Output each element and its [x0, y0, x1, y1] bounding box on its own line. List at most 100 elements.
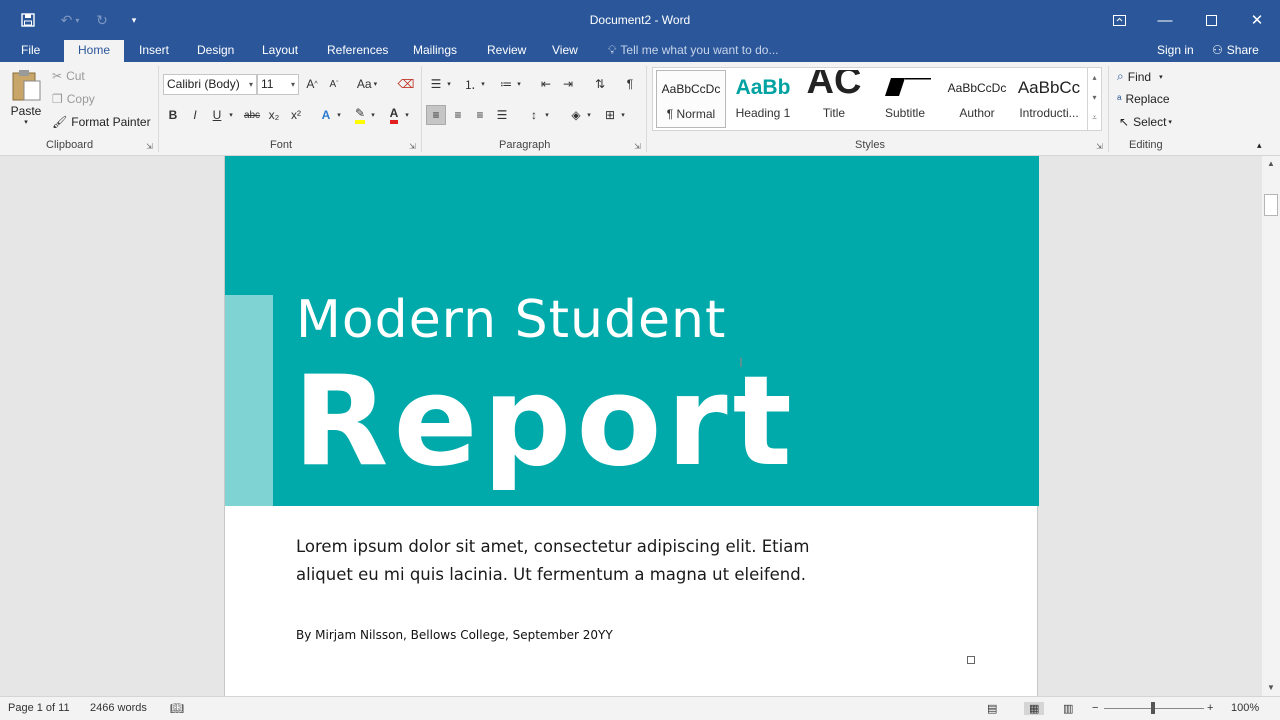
multilevel-list-icon[interactable]: ≔: [496, 74, 516, 94]
underline-options-icon[interactable]: ▾: [226, 105, 236, 125]
chevron-down-icon[interactable]: ▾: [478, 74, 488, 94]
align-left-icon[interactable]: ≡: [426, 105, 446, 125]
subscript-button[interactable]: x₂: [264, 105, 284, 125]
cover-subtitle[interactable]: Modern Student: [296, 290, 726, 350]
cut-label: Cut: [66, 69, 85, 83]
font-size-box[interactable]: 11 ▾: [257, 74, 299, 95]
line-spacing-icon[interactable]: ↕: [524, 105, 544, 125]
find-button[interactable]: ⌕ Find ▾: [1117, 69, 1163, 84]
align-right-icon[interactable]: ≡: [470, 105, 490, 125]
scroll-up-icon[interactable]: ▲: [1262, 156, 1280, 172]
layout-anchor-handle[interactable]: [967, 656, 975, 664]
clipboard-dialog-launcher-icon[interactable]: ⇲: [146, 142, 153, 151]
style-author[interactable]: AaBbCcDc Author: [942, 70, 1012, 128]
zoom-slider-thumb[interactable]: [1151, 702, 1155, 714]
byline[interactable]: By Mirjam Nilsson, Bellows College, Sept…: [296, 628, 613, 642]
bold-button[interactable]: B: [163, 105, 183, 125]
bullets-icon[interactable]: ☰: [426, 74, 446, 94]
proofing-icon[interactable]: 📖︎: [170, 702, 184, 715]
copy-button[interactable]: ❐ Copy: [52, 92, 95, 106]
page-count[interactable]: Page 1 of 11: [8, 702, 70, 714]
shading-icon[interactable]: ◈: [566, 105, 586, 125]
zoom-in-icon[interactable]: +: [1207, 702, 1213, 714]
text-effects-icon[interactable]: A: [316, 105, 336, 125]
shrink-font-icon[interactable]: Aˇ: [324, 74, 344, 94]
tab-insert[interactable]: Insert: [139, 40, 169, 62]
font-dialog-launcher-icon[interactable]: ⇲: [409, 142, 416, 151]
clear-formatting-icon[interactable]: ⌫: [396, 74, 416, 94]
web-layout-icon[interactable]: ▥: [1063, 702, 1073, 715]
paste-button[interactable]: Paste ▾: [10, 68, 42, 126]
chevron-down-icon[interactable]: ▾: [444, 74, 454, 94]
select-button[interactable]: ↖ Select ▾: [1119, 115, 1172, 129]
ribbon-display-options-icon[interactable]: [1096, 0, 1142, 40]
font-name-box[interactable]: Calibri (Body) ▾: [163, 74, 257, 95]
chevron-down-icon[interactable]: ▾: [514, 74, 524, 94]
chevron-down-icon[interactable]: ▾: [584, 105, 594, 125]
chevron-up-icon[interactable]: ▴: [1088, 68, 1101, 88]
align-center-icon[interactable]: ≡: [448, 105, 468, 125]
cut-button[interactable]: ✂ Cut: [52, 69, 85, 83]
tab-design[interactable]: Design: [197, 40, 234, 62]
sign-in-link[interactable]: Sign in: [1157, 40, 1194, 62]
grow-font-icon[interactable]: A ^: [302, 74, 322, 94]
body-paragraph[interactable]: Lorem ipsum dolor sit amet, consectetur …: [296, 533, 826, 589]
zoom-level[interactable]: 100%: [1231, 702, 1259, 714]
paragraph-dialog-launcher-icon[interactable]: ⇲: [634, 142, 641, 151]
close-icon[interactable]: ✕: [1234, 0, 1280, 40]
tab-view[interactable]: View: [552, 40, 578, 62]
replace-button[interactable]: ᵃ Replace: [1117, 92, 1170, 106]
tab-review[interactable]: Review: [487, 40, 526, 62]
chevron-down-icon[interactable]: ▾: [402, 105, 412, 125]
increase-indent-icon[interactable]: ⇥: [558, 74, 578, 94]
more-styles-icon[interactable]: ⩡: [1088, 108, 1101, 128]
tab-mailings[interactable]: Mailings: [413, 40, 457, 62]
tell-me-box[interactable]: 💡︎ Tell me what you want to do...: [608, 40, 779, 62]
scroll-down-icon[interactable]: ▼: [1262, 680, 1280, 696]
chevron-down-icon[interactable]: ▾: [1088, 88, 1101, 108]
scroll-thumb[interactable]: [1264, 194, 1278, 216]
highlight-icon[interactable]: ✎: [350, 105, 370, 125]
underline-button[interactable]: U: [207, 105, 227, 125]
justify-icon[interactable]: ☰: [492, 105, 512, 125]
collapse-ribbon-icon[interactable]: ▴: [1257, 140, 1262, 151]
chevron-down-icon[interactable]: ▾: [618, 105, 628, 125]
font-color-icon[interactable]: A: [384, 105, 404, 125]
borders-icon[interactable]: ⊞: [600, 105, 620, 125]
style-normal[interactable]: AaBbCcDc ¶ Normal: [656, 70, 726, 128]
vertical-scrollbar[interactable]: ▲ ▼: [1262, 156, 1280, 696]
word-count[interactable]: 2466 words: [90, 702, 147, 714]
read-mode-icon[interactable]: ▤: [987, 702, 997, 715]
print-layout-icon[interactable]: ▦: [1024, 702, 1045, 715]
change-case-button[interactable]: Aa ▾: [352, 74, 382, 94]
tab-home[interactable]: Home: [64, 40, 125, 62]
format-painter-button[interactable]: 🖌︎ Format Painter: [52, 115, 151, 129]
copy-label: Copy: [66, 92, 95, 106]
share-button[interactable]: ⚇ Share: [1212, 40, 1259, 62]
styles-dialog-launcher-icon[interactable]: ⇲: [1096, 142, 1103, 151]
chevron-down-icon[interactable]: ▾: [334, 105, 344, 125]
style-subtitle[interactable]: Subtitle: [870, 70, 940, 128]
change-case-label: Aa: [356, 77, 372, 91]
superscript-button[interactable]: x²: [286, 105, 306, 125]
style-introduction[interactable]: AaBbCc Introducti...: [1014, 70, 1084, 128]
decrease-indent-icon[interactable]: ⇤: [536, 74, 556, 94]
chevron-down-icon[interactable]: ▾: [542, 105, 552, 125]
strikethrough-button[interactable]: abc: [242, 105, 262, 125]
cover-title[interactable]: Report: [293, 347, 797, 497]
style-heading-1[interactable]: AaBb Heading 1: [728, 70, 798, 128]
numbering-icon[interactable]: ⒈: [460, 74, 480, 94]
document-page[interactable]: Modern Student Report I Lorem ipsum dolo…: [224, 156, 1039, 696]
chevron-down-icon[interactable]: ▾: [368, 105, 378, 125]
sort-icon[interactable]: ⇅: [590, 74, 610, 94]
tab-layout[interactable]: Layout: [262, 40, 298, 62]
tab-file[interactable]: File: [21, 40, 40, 62]
zoom-out-icon[interactable]: −: [1092, 702, 1098, 714]
minimize-icon[interactable]: —: [1142, 0, 1188, 40]
show-formatting-icon[interactable]: ¶: [620, 74, 640, 94]
italic-button[interactable]: I: [185, 105, 205, 125]
style-title[interactable]: AC Title: [799, 70, 869, 128]
tab-references[interactable]: References: [327, 40, 388, 62]
paintbrush-icon: 🖌︎: [52, 115, 68, 129]
maximize-icon[interactable]: [1188, 0, 1234, 40]
